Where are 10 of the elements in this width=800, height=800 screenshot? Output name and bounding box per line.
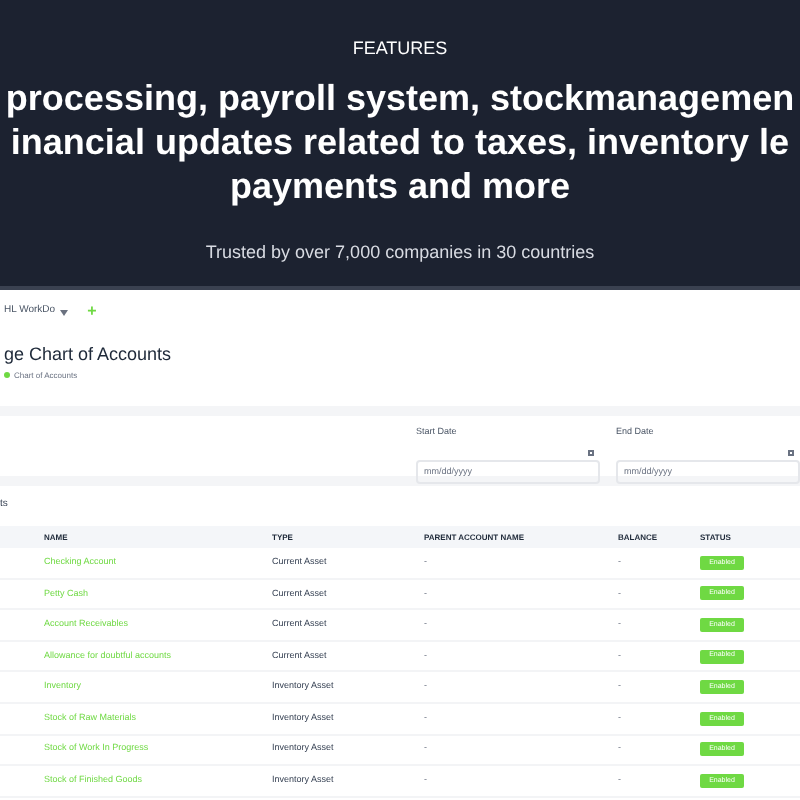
headline-line: processing, payroll system, stockmanagemen xyxy=(5,75,795,119)
tagline: Trusted by over 7,000 companies in 30 countries xyxy=(205,239,595,266)
add-button[interactable]: + xyxy=(87,300,97,324)
caret-icon xyxy=(59,309,68,315)
calendar-icon xyxy=(788,450,794,457)
headline-line: payments and more xyxy=(229,163,571,207)
headline-line: inancial updates related to taxes, inventory le xyxy=(10,119,790,163)
page-title: ge Chart of Accounts xyxy=(4,342,174,368)
section-eyebrow: FEATURES xyxy=(352,36,448,62)
calendar-icon xyxy=(588,450,594,457)
